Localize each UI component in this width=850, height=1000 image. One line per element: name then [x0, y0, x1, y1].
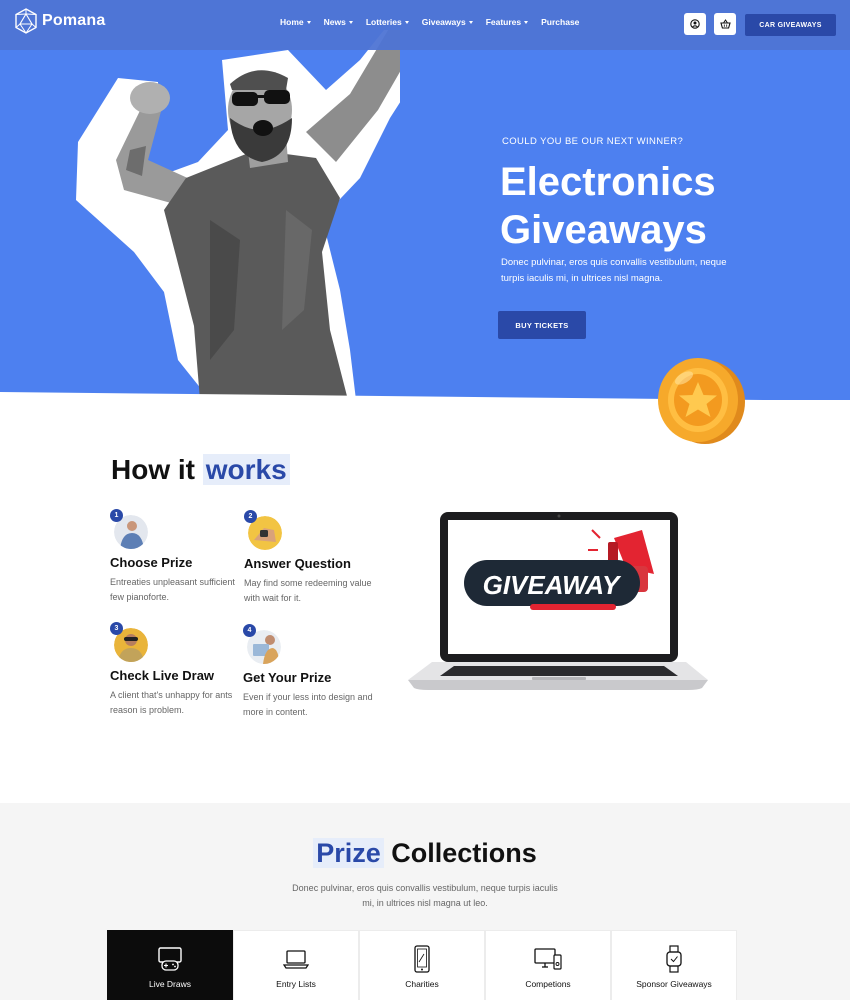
star-coin-icon [658, 358, 745, 444]
chevron-down-icon [348, 20, 353, 24]
hero-description: Donec pulvinar, eros quis convallis vest… [501, 257, 727, 284]
step-description: Entreaties unpleasant sufficient few pia… [110, 577, 235, 602]
how-title-highlight: works [202, 454, 290, 485]
smartwatch-icon [666, 945, 682, 973]
nav-item-lotteries[interactable]: Lotteries [366, 17, 409, 27]
step-title: Get Your Prize [243, 670, 332, 685]
prize-title-plain: Collections [391, 838, 537, 868]
phone-icon [414, 945, 430, 973]
step-description: A client that's unhappy for ants reason … [110, 690, 233, 715]
geodesic-logo-icon [15, 8, 37, 34]
step-get-your-prize: 4 Get Your Prize Even if your less into … [243, 624, 373, 734]
step-title: Choose Prize [110, 555, 193, 570]
chevron-down-icon [524, 20, 529, 24]
buy-tickets-button[interactable]: BUY TICKETS [498, 311, 586, 339]
nav-item-news[interactable]: News [324, 17, 353, 27]
prize-collections-title: Prize Collections [0, 838, 850, 869]
tab-label: Sponsor Giveaways [636, 979, 712, 989]
tab-label: Competions [525, 979, 571, 989]
nav-item-home[interactable]: Home [280, 17, 311, 27]
nav-label: Purchase [541, 17, 580, 27]
cart-button[interactable] [714, 13, 736, 35]
basket-icon [719, 19, 731, 29]
step-title: Check Live Draw [110, 668, 215, 683]
desktop-icon [534, 948, 562, 970]
nav-label: Features [485, 17, 522, 27]
prize-title-highlight: Prize [313, 838, 384, 868]
hero-title: Electronics Giveaways [500, 158, 716, 254]
top-navbar: Pomana Home News Lotteries Giveaways Fea… [0, 0, 850, 50]
tab-live-draws[interactable]: Live Draws [107, 930, 233, 1000]
brand-logo[interactable]: Pomana [14, 8, 105, 34]
step-title: Answer Question [244, 556, 351, 571]
tab-label: Live Draws [148, 979, 192, 989]
step-description: Even if your less into design and more i… [243, 692, 373, 717]
tab-entry-lists[interactable]: Entry Lists [233, 930, 359, 1000]
car-giveaways-button[interactable]: CAR GIVEAWAYS [745, 14, 836, 36]
hero-title-line2: Giveaways [500, 208, 707, 252]
how-it-works-title: How it works [111, 454, 290, 486]
tab-charities[interactable]: Charities [359, 930, 485, 1000]
step-choose-prize: 1 Choose Prize Entreaties unpleasant suf… [110, 509, 240, 619]
account-button[interactable] [684, 13, 706, 35]
prize-collections-section: Prize Collections Donec pulvinar, eros q… [0, 803, 850, 1000]
nav-item-purchase[interactable]: Purchase [541, 17, 579, 27]
chevron-down-icon [404, 20, 409, 24]
nav-item-features[interactable]: Features [485, 17, 529, 27]
chevron-down-icon [468, 20, 473, 24]
how-title-plain: How it [111, 454, 195, 485]
step-answer-question: 2 Answer Question May find some redeemin… [244, 510, 374, 620]
step-number: 1 [110, 509, 123, 522]
laptop-icon [283, 950, 309, 969]
brand-name: Pomana [42, 12, 106, 29]
step-check-live-draw: 3 Check Live Draw A client that's unhapp… [110, 622, 240, 732]
prize-description: Donec pulvinar, eros quis convallis vest… [292, 883, 558, 908]
main-nav: Home News Lotteries Giveaways Features P… [280, 17, 579, 27]
hero-kicker: COULD YOU BE OUR NEXT WINNER? [502, 136, 684, 147]
user-icon [690, 19, 700, 29]
nav-label: Lotteries [365, 17, 402, 27]
nav-label: Giveaways [421, 17, 466, 27]
hero-section: COULD YOU BE OUR NEXT WINNER? Electronic… [0, 0, 850, 400]
nav-item-giveaways[interactable]: Giveaways [422, 17, 473, 27]
laptop-screen-text: GIVEAWAY [483, 570, 622, 600]
hero-title-line1: Electronics [500, 160, 716, 204]
tab-label: Entry Lists [276, 979, 316, 989]
tv-gamepad-icon [158, 947, 182, 971]
nav-label: Home [280, 17, 304, 27]
laptop-giveaway-image: GIVEAWAY [408, 512, 708, 690]
step-description: May find some redeeming value with wait … [244, 578, 372, 603]
chevron-down-icon [306, 20, 311, 24]
tab-competions[interactable]: Competions [485, 930, 611, 1000]
nav-label: News [323, 17, 346, 27]
step-number: 4 [243, 624, 256, 637]
hero-person-image [76, 30, 400, 400]
tab-sponsor-giveaways[interactable]: Sponsor Giveaways [611, 930, 737, 1000]
step-number: 2 [244, 510, 257, 523]
tab-label: Charities [405, 979, 439, 989]
step-number: 3 [110, 622, 123, 635]
prize-category-tabs: Live Draws Entry Lists Charities Competi… [107, 930, 737, 1000]
